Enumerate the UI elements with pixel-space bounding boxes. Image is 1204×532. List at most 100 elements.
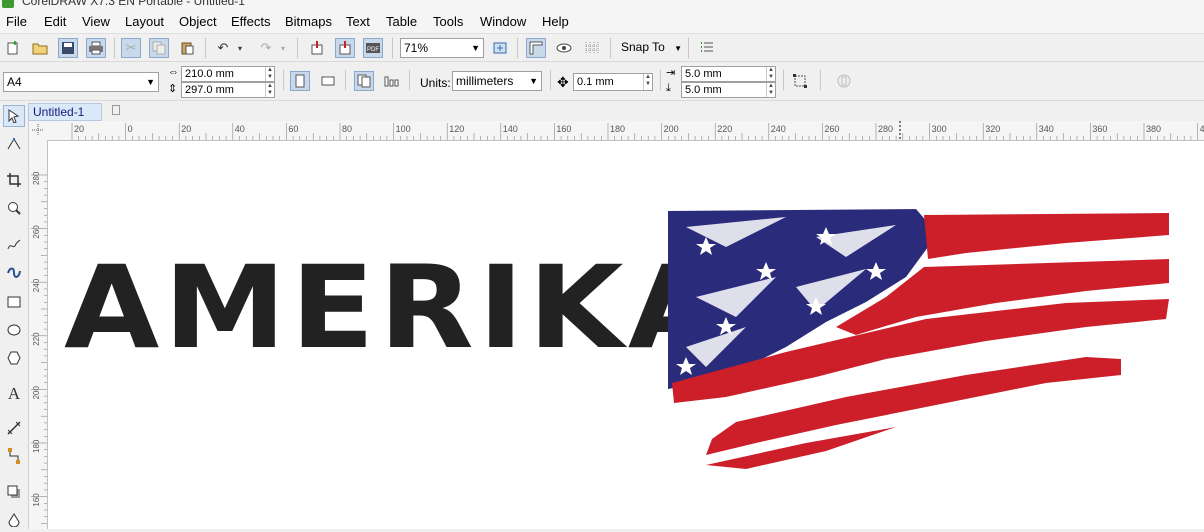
snap-to-dropdown[interactable]: Snap To ▼ bbox=[621, 40, 682, 54]
spin-arrows-icon[interactable]: ▲ ▼ bbox=[265, 67, 274, 81]
document-tab-untitled[interactable]: Untitled-1 bbox=[28, 103, 102, 121]
vruler-label: 240 bbox=[32, 278, 41, 292]
redo-dropdown-icon[interactable]: ▾ bbox=[277, 38, 289, 58]
hruler-label: 140 bbox=[503, 124, 518, 134]
menu-tools[interactable]: Tools bbox=[433, 14, 463, 29]
document-tab-bar: Untitled-1 bbox=[28, 101, 1204, 121]
menu-file[interactable]: File bbox=[6, 14, 27, 29]
menu-bitmaps[interactable]: Bitmaps bbox=[285, 14, 332, 29]
page-width-icon: ⇔ bbox=[168, 66, 179, 78]
spin-arrows-icon[interactable]: ▲ ▼ bbox=[766, 83, 775, 97]
hruler-label: 360 bbox=[1092, 124, 1107, 134]
freehand-tool-icon[interactable] bbox=[3, 233, 25, 255]
hruler-label: 280 bbox=[878, 124, 893, 134]
title-bar: CorelDRAW X7.3 EN Portable - Untitled-1 bbox=[0, 0, 1204, 11]
chevron-down-icon: ▼ bbox=[674, 44, 683, 53]
coreldraw-app-icon bbox=[2, 0, 14, 8]
menu-bar: File Edit View Layout Object Effects Bit… bbox=[0, 11, 1204, 34]
vertical-ruler-ticks: 280 260 240 220 200 180 160 bbox=[31, 171, 47, 531]
ellipse-tool-icon[interactable] bbox=[3, 319, 25, 341]
window-title: CorelDRAW X7.3 EN Portable - Untitled-1 bbox=[22, 0, 245, 8]
nudge-distance-field[interactable]: 0.1 mm ▲ ▼ bbox=[573, 73, 653, 91]
menu-view[interactable]: View bbox=[82, 14, 110, 29]
view-mode-eye-icon[interactable] bbox=[554, 38, 574, 58]
zoom-tool-icon[interactable] bbox=[3, 197, 25, 219]
copy-icon[interactable] bbox=[149, 38, 169, 58]
duplicate-distance-x-value: 5.0 mm bbox=[685, 68, 722, 80]
shape-tool-icon[interactable] bbox=[3, 133, 25, 155]
drawing-canvas[interactable]: AMERIKA bbox=[48, 141, 1204, 529]
transparency-tool-icon[interactable] bbox=[3, 509, 25, 531]
save-icon[interactable] bbox=[58, 38, 78, 58]
page-width-field[interactable]: 210.0 mm ▲ ▼ bbox=[181, 66, 275, 82]
menu-text[interactable]: Text bbox=[346, 14, 370, 29]
landscape-icon[interactable] bbox=[318, 71, 338, 91]
new-document-icon[interactable] bbox=[3, 38, 23, 58]
standard-toolbar: ✂ ↶ ▾ ↷ ▾ PDF 71% ▼ Snap To ▼ bbox=[0, 34, 1204, 62]
menu-window[interactable]: Window bbox=[480, 14, 526, 29]
open-folder-icon[interactable] bbox=[30, 38, 50, 58]
text-tool-icon[interactable]: A bbox=[3, 383, 25, 405]
hruler-label: 200 bbox=[664, 124, 679, 134]
all-pages-icon[interactable] bbox=[354, 71, 374, 91]
drop-shadow-tool-icon[interactable] bbox=[3, 481, 25, 503]
print-icon[interactable] bbox=[86, 38, 106, 58]
menu-help[interactable]: Help bbox=[542, 14, 569, 29]
parallel-dimension-tool-icon[interactable] bbox=[3, 417, 25, 439]
redo-icon[interactable]: ↷ bbox=[256, 38, 276, 58]
treat-as-filled-icon[interactable] bbox=[790, 71, 810, 91]
pick-tool-icon[interactable] bbox=[3, 105, 25, 127]
page-width-value: 210.0 mm bbox=[185, 68, 234, 80]
paste-icon[interactable] bbox=[177, 38, 197, 58]
zoom-level-combo[interactable]: 71% ▼ bbox=[400, 38, 484, 58]
export-icon[interactable] bbox=[335, 38, 355, 58]
snap-off-icon[interactable] bbox=[834, 71, 854, 91]
spin-arrows-icon[interactable]: ▲ ▼ bbox=[643, 74, 652, 90]
hruler-label: 80 bbox=[342, 124, 352, 134]
options-list-icon[interactable] bbox=[697, 38, 717, 58]
ruler-origin-corner[interactable] bbox=[29, 121, 48, 141]
menu-edit[interactable]: Edit bbox=[44, 14, 66, 29]
cut-icon[interactable]: ✂ bbox=[121, 38, 141, 58]
rulers-icon[interactable] bbox=[526, 38, 546, 58]
hruler-label: 260 bbox=[824, 124, 839, 134]
connector-tool-icon[interactable] bbox=[3, 445, 25, 467]
menu-object[interactable]: Object bbox=[179, 14, 217, 29]
vruler-label: 200 bbox=[32, 386, 41, 400]
amerika-text-object[interactable]: AMERIKA bbox=[64, 251, 727, 365]
duplicate-distance-x-field[interactable]: 5.0 mm ▲ ▼ bbox=[681, 66, 776, 82]
page-size-combo[interactable]: A4 ▼ bbox=[3, 72, 159, 92]
hruler-label: 220 bbox=[717, 124, 732, 134]
current-page-icon[interactable] bbox=[382, 71, 402, 91]
menu-layout[interactable]: Layout bbox=[125, 14, 164, 29]
vruler-label: 280 bbox=[32, 171, 41, 185]
zoom-to-page-icon[interactable] bbox=[490, 38, 510, 58]
rectangle-tool-icon[interactable] bbox=[3, 291, 25, 313]
menu-effects[interactable]: Effects bbox=[231, 14, 271, 29]
vertical-ruler[interactable]: 280 260 240 220 200 180 160 bbox=[29, 140, 48, 531]
menu-table[interactable]: Table bbox=[386, 14, 417, 29]
nudge-move-icon: ✥ bbox=[557, 74, 569, 90]
distressed-american-flag-image[interactable] bbox=[666, 207, 1172, 473]
units-combo[interactable]: millimeters ▼ bbox=[452, 71, 542, 91]
units-label: Units: bbox=[420, 76, 451, 90]
undo-dropdown-icon[interactable]: ▾ bbox=[234, 38, 246, 58]
spin-arrows-icon[interactable]: ▲ ▼ bbox=[265, 83, 274, 97]
hruler-label: 300 bbox=[932, 124, 947, 134]
duplicate-distance-y-field[interactable]: 5.0 mm ▲ ▼ bbox=[681, 82, 776, 98]
crop-tool-icon[interactable] bbox=[3, 169, 25, 191]
hruler-label: 20 bbox=[74, 124, 84, 134]
hruler-label: 40 bbox=[235, 124, 245, 134]
document-tab-label: Untitled-1 bbox=[33, 105, 85, 119]
polygon-tool-icon[interactable] bbox=[3, 347, 25, 369]
grid-snap-icon[interactable] bbox=[582, 38, 602, 58]
portrait-icon[interactable] bbox=[290, 71, 310, 91]
artistic-media-tool-icon[interactable] bbox=[3, 261, 25, 283]
import-icon[interactable] bbox=[307, 38, 327, 58]
close-tab-icon[interactable] bbox=[112, 105, 120, 115]
publish-pdf-icon[interactable]: PDF bbox=[363, 38, 383, 58]
spin-arrows-icon[interactable]: ▲ ▼ bbox=[766, 67, 775, 81]
horizontal-ruler[interactable]: 20 0 20 40 60 80 100 120 140 160 180 200 220 240 260 28… bbox=[47, 121, 1204, 141]
undo-icon[interactable]: ↶ bbox=[213, 38, 233, 58]
page-height-field[interactable]: 297.0 mm ▲ ▼ bbox=[181, 82, 275, 98]
